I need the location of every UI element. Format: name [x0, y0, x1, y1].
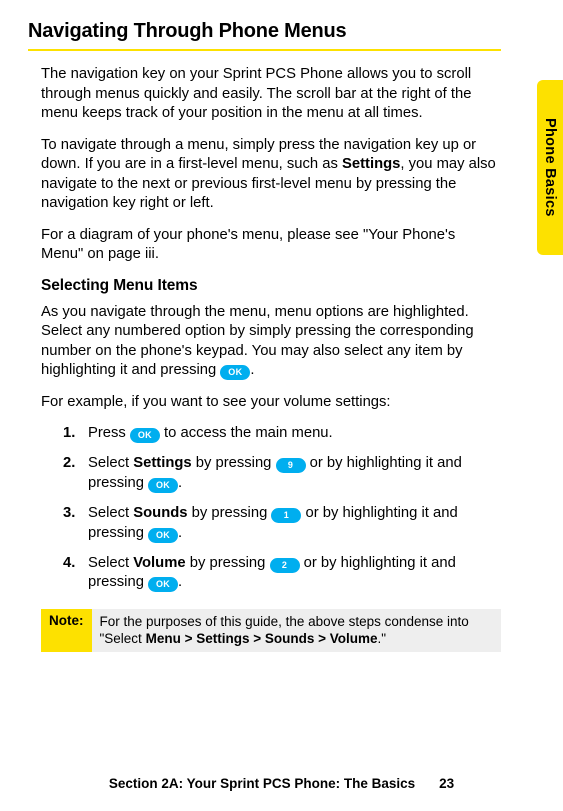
ok-key-icon: OK — [148, 478, 178, 493]
ok-key-icon: OK — [148, 528, 178, 543]
settings-word: Settings — [342, 156, 400, 172]
intro-para-1: The navigation key on your Sprint PCS Ph… — [41, 65, 501, 124]
ok-key-icon: OK — [220, 365, 250, 380]
steps-list: 1. Press OK to access the main menu. 2. … — [41, 424, 501, 593]
text: by pressing — [186, 555, 270, 571]
text: . — [178, 475, 182, 491]
step-1: 1. Press OK to access the main menu. — [63, 424, 501, 444]
intro-para-2: To navigate through a menu, simply press… — [41, 136, 501, 214]
bold-word: Volume — [133, 555, 185, 571]
page-number: 23 — [439, 776, 454, 791]
step-number: 1. — [63, 424, 78, 444]
step-2: 2. Select Settings by pressing 9 or by h… — [63, 454, 501, 494]
step-number: 4. — [63, 554, 78, 594]
two-key-icon: 2 — [270, 558, 300, 573]
side-tab: Phone Basics — [537, 80, 563, 255]
text: by pressing — [188, 505, 272, 521]
text: Select — [88, 505, 133, 521]
note-box: Note: For the purposes of this guide, th… — [41, 609, 501, 652]
note-text: For the purposes of this guide, the abov… — [92, 609, 502, 652]
step-number: 3. — [63, 504, 78, 544]
text: . — [178, 525, 182, 541]
bold-word: Sounds — [133, 505, 187, 521]
subheading: Selecting Menu Items — [41, 277, 501, 295]
step-3: 3. Select Sounds by pressing 1 or by hig… — [63, 504, 501, 544]
step-4: 4. Select Volume by pressing 2 or by hig… — [63, 554, 501, 594]
menu-path: Menu > Settings > Sounds > Volume — [146, 631, 378, 646]
text: by pressing — [192, 455, 276, 471]
heading-rule — [28, 49, 501, 51]
step-number: 2. — [63, 454, 78, 494]
text: . — [178, 574, 182, 590]
ok-key-icon: OK — [148, 577, 178, 592]
one-key-icon: 1 — [271, 508, 301, 523]
text: to access the main menu. — [160, 425, 333, 441]
footer-section: Section 2A: Your Sprint PCS Phone: The B… — [109, 776, 415, 791]
note-label: Note: — [41, 609, 92, 652]
example-intro: For example, if you want to see your vol… — [41, 393, 501, 413]
select-para: As you navigate through the menu, menu o… — [41, 303, 501, 381]
text: Select — [88, 455, 133, 471]
bold-word: Settings — [133, 455, 191, 471]
page-footer: Section 2A: Your Sprint PCS Phone: The B… — [0, 776, 563, 791]
page-heading: Navigating Through Phone Menus — [28, 20, 501, 43]
ok-key-icon: OK — [130, 428, 160, 443]
text: As you navigate through the menu, menu o… — [41, 304, 474, 379]
text: Select — [88, 555, 133, 571]
intro-para-3: For a diagram of your phone's menu, plea… — [41, 226, 501, 265]
nine-key-icon: 9 — [276, 458, 306, 473]
text: ." — [378, 631, 387, 646]
text: Press — [88, 425, 130, 441]
side-tab-label: Phone Basics — [542, 118, 558, 217]
text: . — [250, 362, 254, 378]
